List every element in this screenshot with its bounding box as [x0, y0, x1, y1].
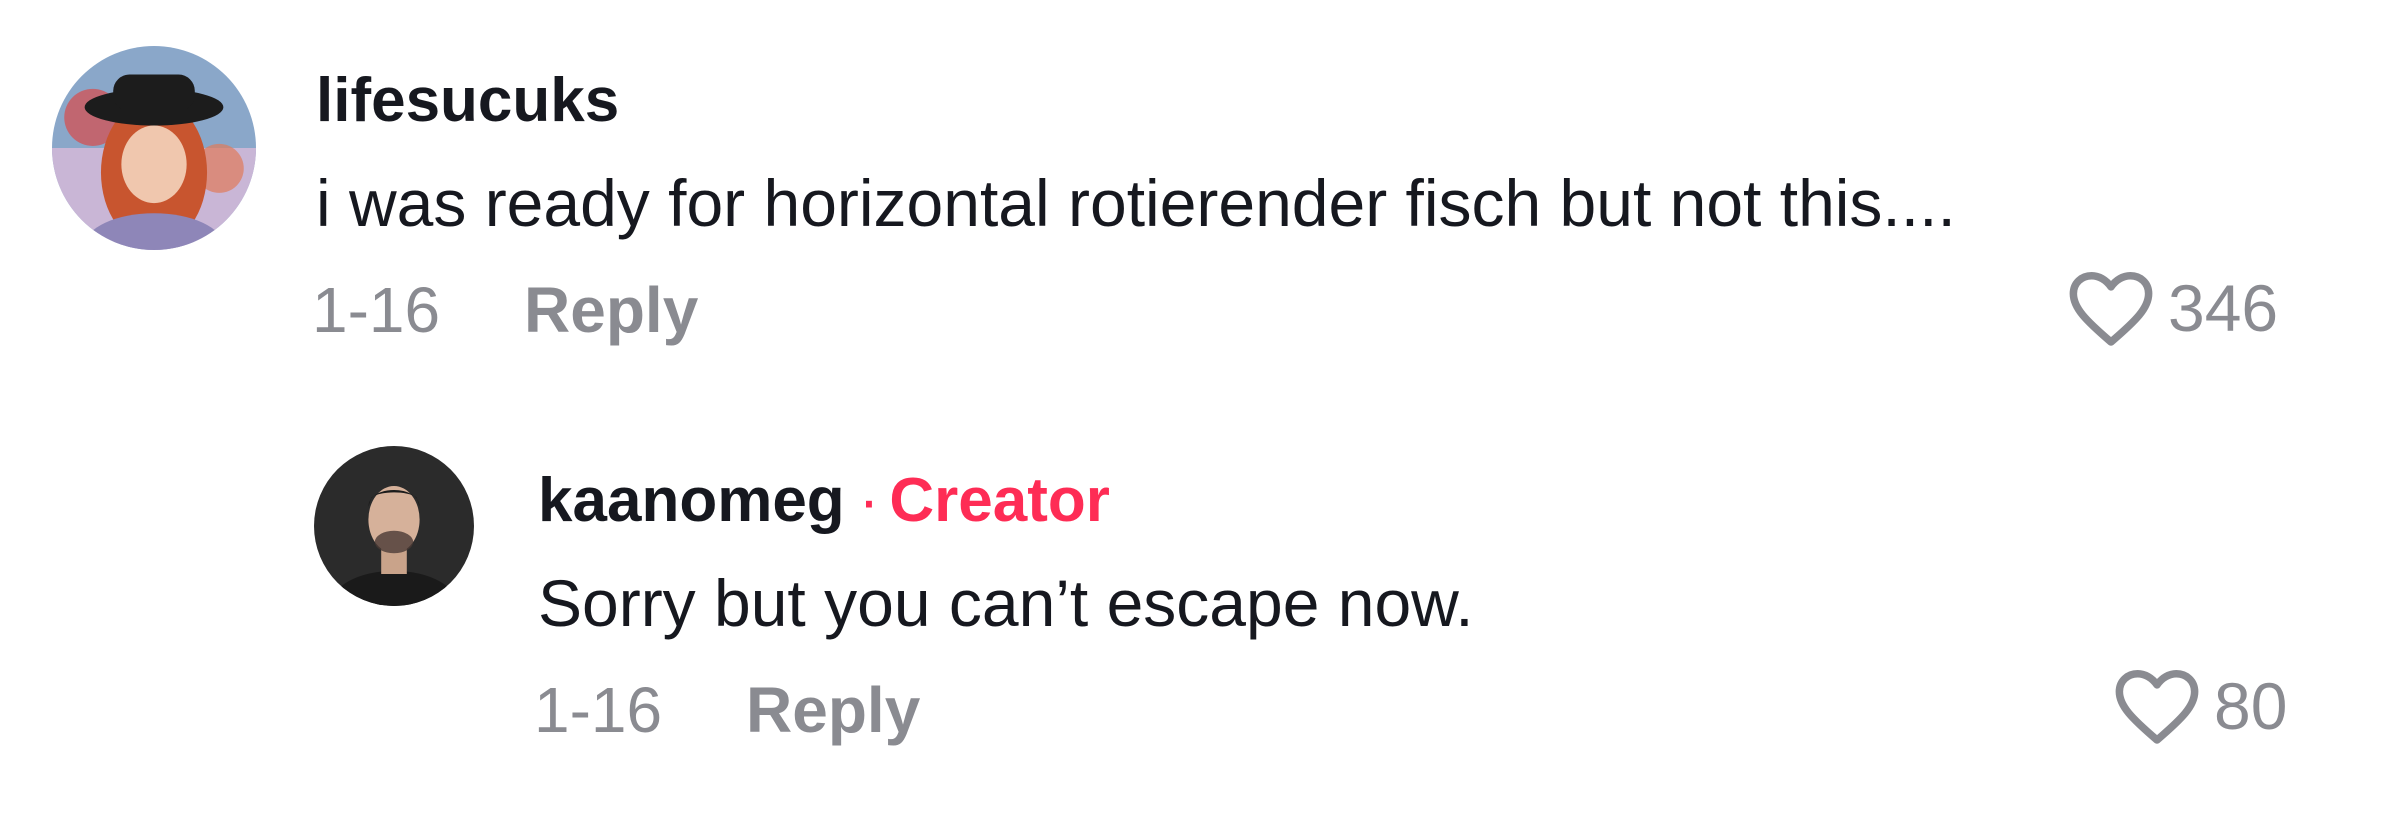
user-avatar-icon: [52, 46, 256, 250]
separator-dot: ·: [858, 466, 880, 535]
heart-outline-icon: [2115, 669, 2199, 744]
reply-username-text[interactable]: kaanomeg: [538, 466, 845, 535]
comment-text: i was ready for horizontal rotierender f…: [316, 166, 1956, 240]
like-count: 346: [2168, 271, 2279, 345]
like-button[interactable]: 346: [2068, 270, 2278, 346]
creator-badge: Creator: [889, 466, 1110, 535]
reply-button[interactable]: Reply: [524, 278, 698, 342]
avatar[interactable]: [314, 446, 474, 606]
reply-button[interactable]: Reply: [746, 678, 920, 742]
reply-text: Sorry but you can’t escape now.: [538, 566, 1474, 640]
reply-date: 1-16: [534, 674, 663, 746]
avatar[interactable]: [52, 46, 256, 250]
like-button[interactable]: 80: [2114, 668, 2287, 744]
reply-username[interactable]: kaanomeg · Creator: [538, 470, 1110, 532]
comment-username[interactable]: lifesucuks: [316, 70, 619, 132]
heart-outline-icon: [2069, 271, 2153, 346]
comment-date: 1-16: [312, 274, 441, 346]
user-avatar-icon: [314, 446, 474, 606]
like-count: 80: [2214, 669, 2288, 743]
